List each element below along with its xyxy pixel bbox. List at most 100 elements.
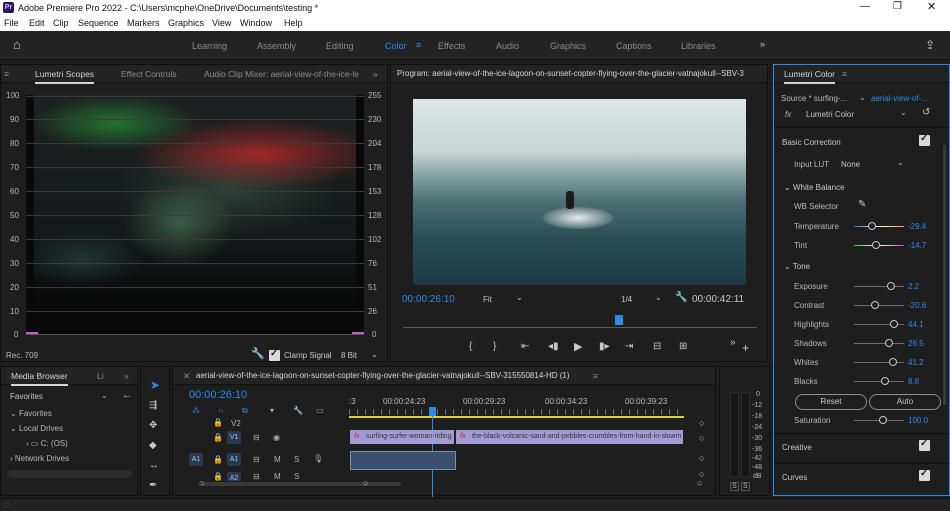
wrench-icon[interactable]: 🔧 (251, 347, 265, 360)
tab-audio-clip-mixer[interactable]: Audio Clip Mixer: aerial-view-of-the-ice… (204, 69, 359, 79)
zoom-handle-icon[interactable]: ○ (699, 433, 704, 443)
ripple-edit-tool-icon[interactable]: ✥ (149, 420, 157, 431)
creative-header[interactable]: Creative (782, 443, 812, 452)
settings-wrench-icon[interactable]: 🔧 (293, 406, 303, 415)
timeline-hscrollbar[interactable] (201, 482, 401, 486)
track-target-v1[interactable]: V1 (227, 431, 241, 444)
add-button-icon[interactable]: + (742, 341, 749, 355)
curves-header[interactable]: Curves (782, 473, 807, 482)
panel-menu-icon[interactable]: ≡ (4, 69, 9, 79)
workspace-captions[interactable]: Captions (616, 41, 652, 51)
saturation-value[interactable]: 100.0 (908, 416, 928, 425)
slider-value[interactable]: -20.6 (908, 301, 926, 310)
step-back-icon[interactable]: ◂▮ (548, 341, 559, 352)
tint-slider[interactable] (854, 241, 904, 249)
snap-icon[interactable]: ∩ (218, 406, 224, 415)
mute-button[interactable]: M (274, 455, 281, 464)
panel-menu-icon[interactable]: ≡ (593, 371, 598, 381)
audio-clip[interactable] (350, 451, 456, 470)
selection-tool-icon[interactable]: ➤ (150, 378, 160, 392)
slider-knob[interactable] (868, 222, 876, 230)
go-to-out-icon[interactable]: ⇥ (625, 341, 633, 352)
auto-button[interactable]: Auto (869, 394, 941, 410)
creative-checkbox[interactable] (919, 438, 930, 451)
zoom-handle-icon[interactable]: ○ (699, 418, 704, 428)
slider-value[interactable]: 41.2 (908, 358, 924, 367)
whites-slider[interactable] (854, 358, 904, 366)
shadows-slider[interactable] (854, 339, 904, 347)
resolution-select[interactable]: 1/4 (621, 295, 632, 304)
tree-item[interactable]: › Network Drives (10, 454, 69, 463)
add-marker-icon[interactable]: ▾ (270, 406, 274, 415)
pen-tool-icon[interactable]: ✒ (149, 480, 157, 491)
menu-view[interactable]: View (212, 18, 231, 28)
lift-icon[interactable]: ⊟ (653, 341, 661, 352)
insert-nested-icon[interactable]: ⁂ (192, 406, 200, 415)
slider-knob[interactable] (872, 241, 880, 249)
program-scrubber[interactable] (403, 327, 757, 328)
fx-name[interactable]: Lumetri Color (806, 110, 854, 119)
tab-lumetri-color[interactable]: Lumetri Color (784, 69, 836, 84)
panel-menu-icon[interactable]: ≡ (842, 69, 847, 79)
basic-correction-checkbox[interactable] (919, 133, 930, 146)
source-patch-a1[interactable]: A1 (189, 453, 203, 466)
sync-lock-icon[interactable]: ⊟ (253, 455, 260, 464)
slider-knob[interactable] (885, 339, 893, 347)
slip-tool-icon[interactable]: ↔ (149, 460, 159, 471)
play-icon[interactable]: ▶ (574, 340, 582, 353)
mark-in-icon[interactable]: { (469, 341, 472, 352)
menu-help[interactable]: Help (284, 18, 303, 28)
captions-icon[interactable]: ▭ (316, 406, 324, 415)
tree-item[interactable]: › ▭ C: (OS) (26, 439, 68, 448)
eye-icon[interactable]: ◉ (273, 433, 280, 442)
back-arrow-icon[interactable]: ← (122, 390, 132, 401)
sync-lock-icon[interactable]: ⊟ (253, 433, 260, 442)
home-icon[interactable]: ⌂ (13, 37, 21, 52)
location-select[interactable]: Favorites (10, 392, 43, 401)
go-to-in-icon[interactable]: ⇤ (521, 341, 529, 352)
media-hscrollbar[interactable] (7, 470, 132, 478)
workspace-color[interactable]: Color (385, 41, 407, 51)
scroll-handle-icon[interactable]: ○ (697, 478, 702, 488)
workspace-libraries[interactable]: Libraries (681, 41, 716, 51)
lock-icon[interactable]: 🔒 (213, 418, 223, 427)
extract-icon[interactable]: ⊞ (679, 341, 687, 352)
slider-value[interactable]: -14.7 (908, 241, 926, 250)
step-forward-icon[interactable]: ▮▸ (599, 341, 610, 352)
close-icon[interactable]: ✕ (927, 0, 936, 13)
curves-checkbox[interactable] (919, 468, 930, 481)
slider-value[interactable]: 2.2 (908, 282, 919, 291)
razor-tool-icon[interactable]: ◆ (149, 440, 157, 451)
chevron-down-icon[interactable]: ⌄ (516, 293, 523, 302)
mark-out-icon[interactable]: } (493, 341, 496, 352)
sync-lock-icon[interactable]: ⊟ (253, 472, 260, 481)
maximize-icon[interactable]: ❐ (893, 1, 902, 12)
tone-header[interactable]: ⌄ Tone (784, 262, 810, 271)
mute-button[interactable]: M (274, 472, 281, 481)
menu-edit[interactable]: Edit (29, 18, 45, 28)
timeline-ruler-ticks[interactable] (349, 409, 684, 415)
workspace-learning[interactable]: Learning (192, 41, 227, 51)
slider-knob[interactable] (881, 377, 889, 385)
solo-right-button[interactable]: S (741, 482, 750, 491)
track-target-a1[interactable]: A1 (227, 453, 241, 466)
slider-knob[interactable] (871, 301, 879, 309)
chevron-down-icon[interactable]: ⌄ (101, 391, 108, 400)
workspace-effects[interactable]: Effects (438, 41, 465, 51)
chevron-down-icon[interactable]: ⌄ (900, 108, 907, 117)
eyedropper-icon[interactable]: ✎ (858, 199, 866, 210)
menu-file[interactable]: File (4, 18, 19, 28)
close-sequence-icon[interactable]: ✕ (183, 371, 190, 382)
solo-button[interactable]: S (294, 472, 299, 481)
workspace-menu-icon[interactable]: ≡ (416, 40, 421, 50)
source-clip-link[interactable]: aerial-view-of-... (871, 94, 928, 103)
menu-clip[interactable]: Clip (53, 18, 69, 28)
lock-icon[interactable]: 🔒 (213, 433, 223, 442)
tabs-overflow-icon[interactable]: » (373, 69, 378, 79)
chevron-down-icon[interactable]: ⌄ (655, 293, 662, 302)
video-clip-surfing[interactable]: fx surfing-surfer-woman-riding (350, 430, 454, 444)
minimize-icon[interactable]: — (860, 1, 870, 12)
sequence-title[interactable]: aerial-view-of-the-ice-lagoon-on-sunset-… (196, 371, 570, 380)
menu-sequence[interactable]: Sequence (78, 18, 119, 28)
exposure-slider[interactable] (854, 282, 904, 290)
